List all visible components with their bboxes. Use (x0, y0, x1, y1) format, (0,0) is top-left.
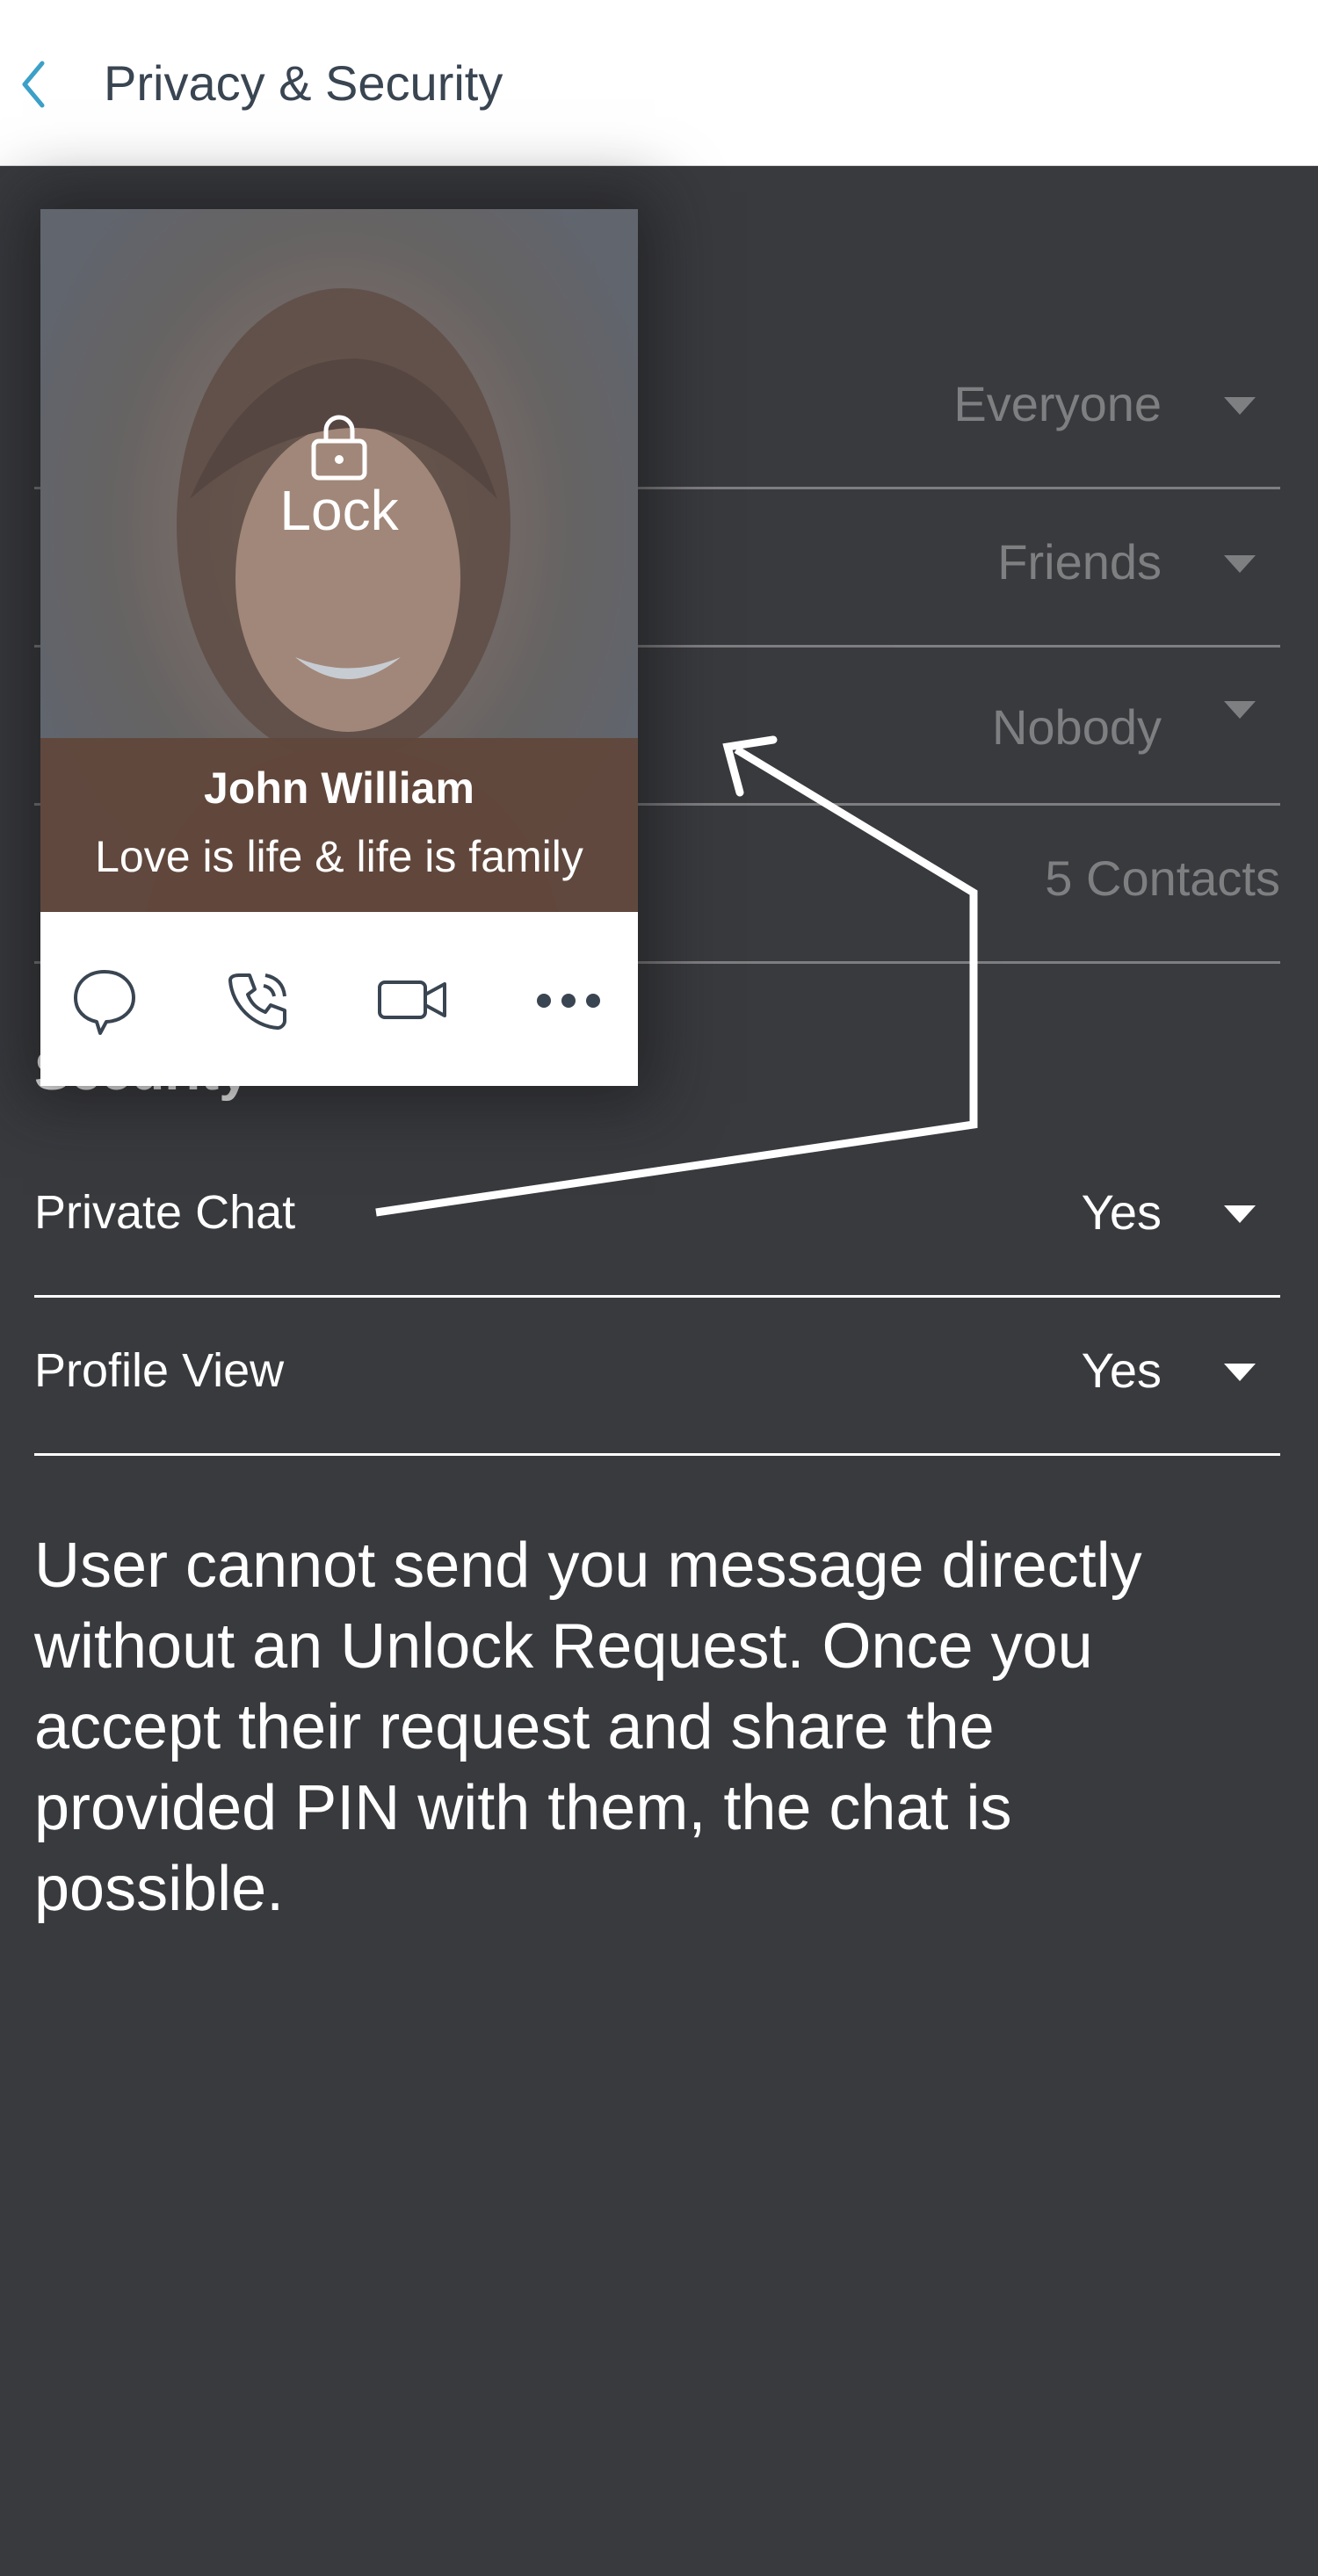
row-value: Nobody (991, 699, 1162, 755)
video-call-button[interactable] (373, 959, 452, 1038)
profile-view-row[interactable]: Profile View Yes (34, 1297, 1280, 1456)
row-label: Profile View (34, 1344, 285, 1397)
more-button[interactable] (529, 959, 608, 1038)
chat-bubble-icon (74, 970, 135, 1035)
phone-icon (228, 973, 286, 1030)
app-bar: Privacy & Security (0, 0, 1318, 166)
lock-label: Lock (279, 479, 399, 542)
caret-down-icon (1224, 701, 1256, 719)
profile-actions (40, 912, 638, 1086)
profile-name: John William (204, 763, 474, 813)
call-button[interactable] (218, 959, 297, 1038)
lock-icon (311, 415, 367, 481)
row-value: Yes (1081, 1342, 1162, 1398)
back-button[interactable] (12, 44, 56, 123)
more-dots-icon (537, 994, 600, 1008)
caret-down-icon (1224, 555, 1256, 573)
private-chat-row[interactable]: Private Chat Yes (34, 1139, 1280, 1298)
private-chat-description: User cannot send you message directly wi… (34, 1530, 1142, 1924)
profile-caption: John William Love is life & life is fami… (40, 738, 638, 912)
profile-bio: Love is life & life is family (95, 832, 583, 881)
caret-down-icon (1224, 1205, 1256, 1223)
chevron-left-icon (22, 61, 45, 108)
caret-down-icon (1224, 1364, 1256, 1381)
caret-down-icon (1224, 397, 1256, 415)
page-title: Privacy & Security (104, 55, 503, 111)
row-value: 5 Contacts (1045, 850, 1280, 906)
row-value: Yes (1081, 1184, 1162, 1240)
chat-button[interactable] (65, 959, 144, 1038)
lock-indicator: Lock (40, 411, 638, 541)
video-camera-icon (378, 980, 446, 1019)
row-value: Friends (997, 534, 1162, 590)
profile-card-preview: Lock John William Love is life & life is… (40, 209, 638, 1086)
row-label: Private Chat (34, 1186, 296, 1239)
row-value: Everyone (953, 376, 1162, 431)
